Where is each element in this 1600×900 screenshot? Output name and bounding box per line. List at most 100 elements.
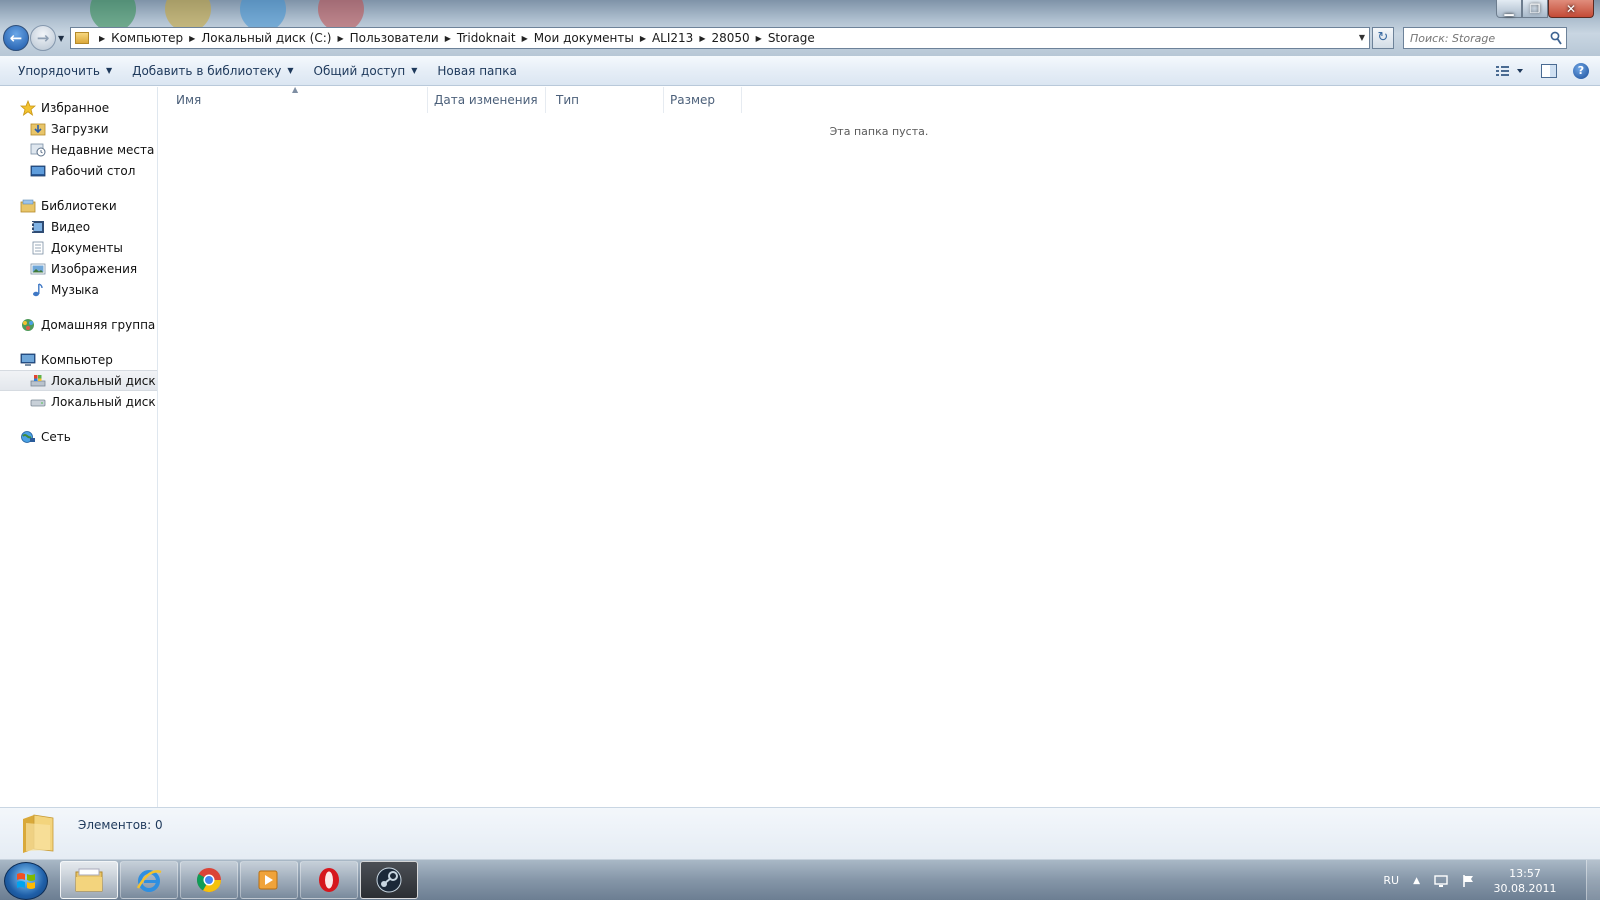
share-button[interactable]: Общий доступ ▼ [304,56,428,86]
nav-local-disk-c[interactable]: Локальный диск (C [0,370,157,391]
nav-computer[interactable]: Компьютер [0,349,157,370]
breadcrumb-item[interactable]: ▶ Storage [750,31,815,45]
explorer-folder-icon [75,868,103,892]
search-icon[interactable] [1550,31,1562,45]
nav-label: Рабочий стол [51,163,136,178]
breadcrumb-item[interactable]: ▶ Пользователи [331,31,438,45]
nav-desktop[interactable]: Рабочий стол [0,160,157,181]
nav-downloads[interactable]: Загрузки [0,118,157,139]
language-indicator[interactable]: RU [1383,874,1399,887]
nav-music[interactable]: Музыка [0,279,157,300]
column-header-date[interactable]: Дата изменения [428,87,546,113]
breadcrumb-label[interactable]: Компьютер [111,31,183,45]
window-titlebar: ▁ ❐ ✕ ← → ▼ ▶ Компьютер ▶ Локальный диск (… [0,0,1600,56]
column-header-size[interactable]: Размер [664,87,742,113]
network-status-icon[interactable] [1434,874,1448,888]
view-options-button[interactable] [1492,61,1528,81]
clock-time: 13:57 [1509,866,1541,880]
computer-icon [20,353,36,367]
minimize-button[interactable]: ▁ [1496,0,1522,18]
taskbar-ie-button[interactable] [120,861,178,899]
address-dropdown-icon[interactable]: ▼ [1359,33,1365,42]
breadcrumb-label[interactable]: Storage [768,31,815,45]
breadcrumb-label[interactable]: Мои документы [534,31,634,45]
breadcrumb-item[interactable]: ▶ 28050 [693,31,749,45]
taskbar-chrome-button[interactable] [180,861,238,899]
taskbar-media-player-button[interactable] [240,861,298,899]
recent-pages-dropdown[interactable]: ▼ [58,34,64,43]
new-folder-button[interactable]: Новая папка [427,56,526,86]
chevron-right-icon[interactable]: ▶ [699,34,705,43]
forward-button[interactable]: → [30,25,56,51]
refresh-button[interactable]: ↻ [1372,27,1394,49]
breadcrumb-label[interactable]: Tridoknait [457,31,516,45]
breadcrumb-label[interactable]: Пользователи [350,31,439,45]
preview-pane-button[interactable] [1538,61,1560,81]
breadcrumb-label[interactable]: Локальный диск (C:) [201,31,331,45]
file-list[interactable]: ▲ Имя Дата изменения Тип Размер Эта папк… [158,85,1600,807]
address-bar[interactable]: ▶ Компьютер ▶ Локальный диск (C:) ▶ Пользов… [70,27,1370,49]
taskbar-explorer-button[interactable] [60,861,118,899]
chevron-right-icon[interactable]: ▶ [522,34,528,43]
nav-label: Загрузки [51,121,109,136]
chevron-right-icon[interactable]: ▶ [337,34,343,43]
show-desktop-button[interactable] [1586,860,1600,900]
arrow-right-icon: → [36,29,50,47]
breadcrumb-item[interactable]: ▶ Мои документы [516,31,634,45]
nav-favorites[interactable]: Избранное [0,97,157,118]
nav-libraries[interactable]: Библиотеки [0,195,157,216]
nav-label: Изображения [51,261,138,276]
nav-label: Избранное [41,100,110,115]
start-button[interactable] [4,862,48,900]
chevron-right-icon[interactable]: ▶ [445,34,451,43]
column-label: Тип [556,93,579,107]
breadcrumb-item[interactable]: ▶ ALI213 [634,31,694,45]
preview-pane-icon [1541,64,1557,78]
back-button[interactable]: ← [3,25,29,51]
column-label: Имя [176,93,202,107]
system-drive-icon [30,374,46,388]
nav-label: Локальный диск (D [51,394,157,409]
taskbar-opera-button[interactable] [300,861,358,899]
column-label: Дата изменения [434,93,538,107]
chevron-right-icon[interactable]: ▶ [640,34,646,43]
nav-label: Локальный диск (C [51,373,157,388]
chevron-down-icon: ▼ [105,66,113,75]
search-input[interactable] [1410,31,1540,45]
nav-videos[interactable]: Видео [0,216,157,237]
nav-label: Компьютер [41,352,113,367]
organize-button[interactable]: Упорядочить ▼ [8,56,122,86]
taskbar-steam-button[interactable] [360,861,418,899]
chevron-right-icon[interactable]: ▶ [189,34,195,43]
breadcrumb-item[interactable]: ▶ Компьютер [93,31,183,45]
nav-documents[interactable]: Документы [0,237,157,258]
star-icon [20,99,36,116]
breadcrumb-label[interactable]: 28050 [711,31,749,45]
add-to-library-button[interactable]: Добавить в библиотеку ▼ [122,56,303,86]
help-button[interactable]: ? [1570,61,1592,81]
nav-local-disk-d[interactable]: Локальный диск (D [0,391,157,412]
clock[interactable]: 13:57 30.08.2011 [1490,866,1560,896]
action-center-flag-icon[interactable] [1462,874,1476,888]
add-to-library-label: Добавить в библиотеку [132,63,282,78]
column-header-name[interactable]: ▲ Имя [158,85,428,113]
show-hidden-icons-icon[interactable]: ▲ [1413,876,1420,886]
column-header-type[interactable]: Тип [546,87,664,113]
nav-pictures[interactable]: Изображения [0,258,157,279]
close-button[interactable]: ✕ [1548,0,1594,18]
chevron-right-icon[interactable]: ▶ [756,34,762,43]
maximize-button[interactable]: ❐ [1522,0,1548,18]
breadcrumb-label[interactable]: ALI213 [652,31,693,45]
chevron-right-icon[interactable]: ▶ [99,34,105,43]
nav-recent-places[interactable]: Недавние места [0,139,157,160]
nav-homegroup[interactable]: Домашняя группа [0,314,157,335]
nav-label: Документы [51,240,123,255]
nav-label: Недавние места [51,142,155,157]
breadcrumb-item[interactable]: ▶ Tridoknait [439,31,516,45]
search-box[interactable] [1403,27,1567,49]
chevron-down-icon: ▼ [411,66,418,75]
windows-logo-icon [17,873,35,889]
network-icon [20,430,36,444]
breadcrumb-item[interactable]: ▶ Локальный диск (C:) [183,31,331,45]
nav-network[interactable]: Сеть [0,426,157,447]
